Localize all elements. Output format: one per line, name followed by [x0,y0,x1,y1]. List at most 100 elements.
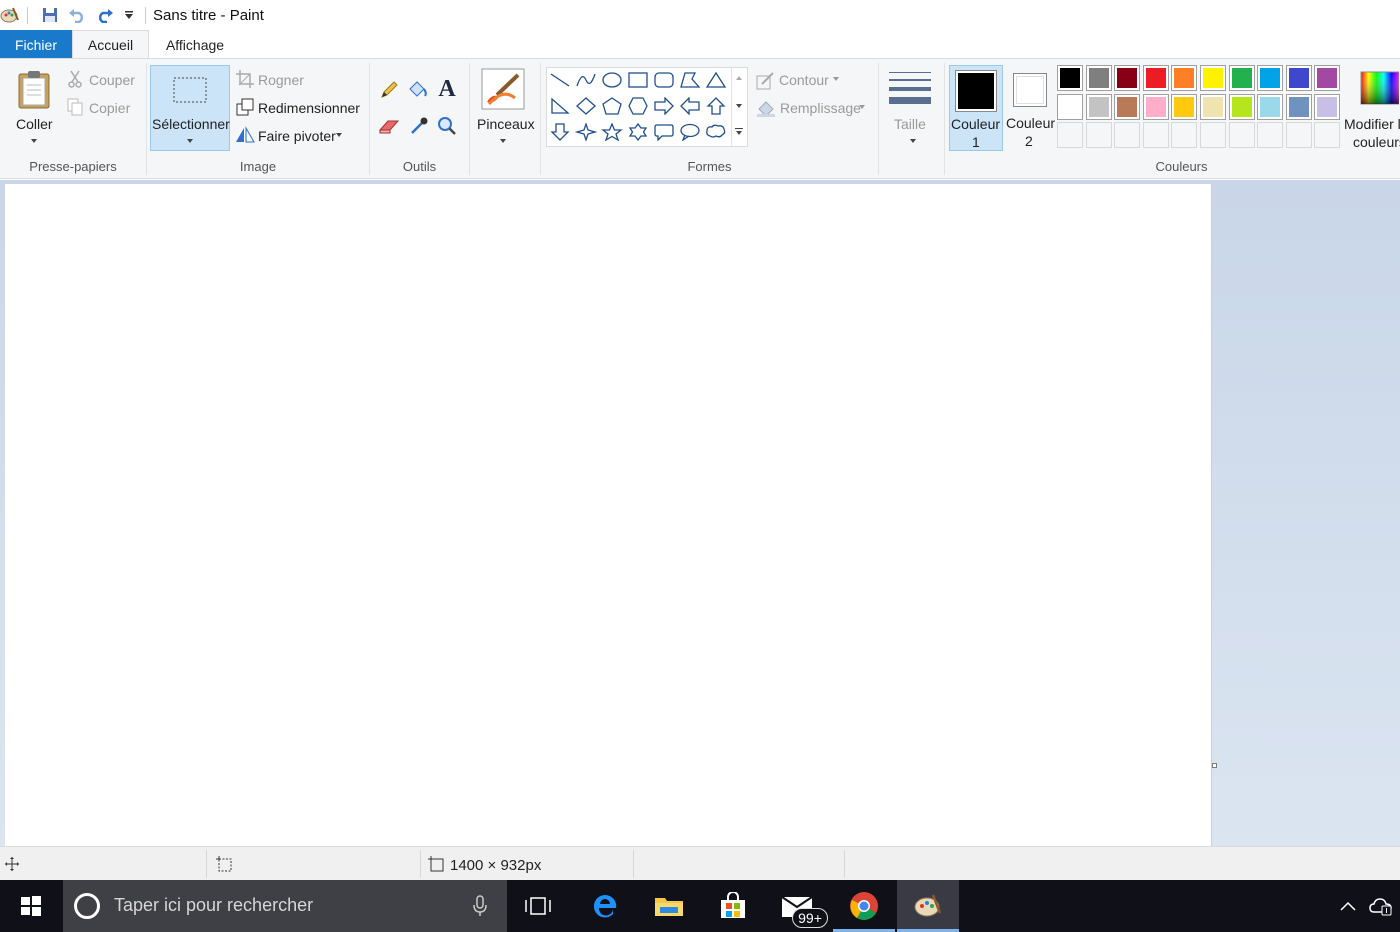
palette-swatch[interactable] [1086,65,1112,91]
palette-swatch[interactable] [1114,65,1140,91]
size-dropdown-icon[interactable] [910,139,916,143]
start-button[interactable] [0,880,62,932]
palette-swatch[interactable] [1200,65,1226,91]
palette-swatch[interactable] [1257,94,1283,120]
drawing-canvas[interactable] [5,184,1212,846]
palette-swatch[interactable] [1143,65,1169,91]
shape-hexagon-icon[interactable] [626,94,650,118]
shape-right-arrow-icon[interactable] [652,94,676,118]
custom-color-slot[interactable] [1257,122,1283,148]
pencil-icon[interactable] [377,79,401,101]
edge-browser-icon[interactable] [574,880,636,932]
select-button[interactable]: Sélectionner [150,65,230,151]
canvas-resize-handle[interactable] [1212,763,1217,768]
shape-right-triangle-icon[interactable] [548,94,572,118]
paste-button[interactable]: Coller [16,116,53,132]
color-picker-icon[interactable] [407,115,431,137]
custom-color-slot[interactable] [1171,122,1197,148]
custom-color-slot[interactable] [1200,122,1226,148]
brushes-icon[interactable] [480,67,526,111]
palette-swatch[interactable] [1314,94,1340,120]
paint-taskbar-icon[interactable] [897,880,959,932]
file-explorer-icon[interactable] [638,880,700,932]
shape-left-arrow-icon[interactable] [678,94,702,118]
shape-oval-icon[interactable] [600,68,624,92]
shape-up-arrow-icon[interactable] [704,94,728,118]
custom-color-slot[interactable] [1114,122,1140,148]
shape-down-arrow-icon[interactable] [548,120,572,144]
shape-six-point-star-icon[interactable] [626,120,650,144]
cut-button[interactable]: Couper [89,72,135,88]
size-lines-icon[interactable] [887,69,933,109]
palette-swatch[interactable] [1200,94,1226,120]
shape-cloud-callout-icon[interactable] [704,120,728,144]
edit-colors-button-line2[interactable]: couleurs [1353,134,1400,150]
brushes-dropdown-icon[interactable] [500,139,506,143]
shape-line-icon[interactable] [548,68,572,92]
task-view-icon[interactable] [507,880,569,932]
shape-five-point-star-icon[interactable] [600,120,624,144]
magnifier-icon[interactable] [435,115,459,137]
palette-swatch[interactable] [1314,65,1340,91]
scroll-down-icon[interactable] [736,104,742,108]
palette-swatch[interactable] [1057,94,1083,120]
store-icon[interactable] [702,880,764,932]
shape-oval-callout-icon[interactable] [678,120,702,144]
palette-swatch[interactable] [1057,65,1083,91]
color1-button[interactable]: Couleur 1 [949,65,1003,151]
custom-color-slot[interactable] [1057,122,1083,148]
expand-gallery-icon[interactable] [736,131,742,135]
paste-dropdown-icon[interactable] [31,139,37,143]
custom-color-slot[interactable] [1143,122,1169,148]
cortana-icon[interactable] [73,892,101,920]
palette-swatch[interactable] [1286,94,1312,120]
custom-color-slot[interactable] [1086,122,1112,148]
edit-colors-button[interactable]: Modifier l [1344,116,1400,132]
shape-rectangle-icon[interactable] [626,68,650,92]
paste-icon[interactable] [14,67,54,111]
paint-app-icon[interactable] [0,5,20,25]
scroll-up-icon[interactable] [736,76,742,80]
microphone-icon[interactable] [470,894,490,918]
palette-swatch[interactable] [1171,65,1197,91]
customize-dropdown-icon[interactable] [119,5,139,25]
brushes-button[interactable]: Pinceaux [477,116,535,132]
outline-button[interactable]: Contour [779,72,829,88]
crop-button[interactable]: Rogner [258,72,304,88]
outline-dropdown-icon[interactable] [833,77,839,81]
palette-swatch[interactable] [1086,94,1112,120]
onedrive-icon[interactable] [1368,894,1394,918]
mail-icon[interactable]: 99+ [766,880,828,932]
redo-icon[interactable] [95,5,115,25]
tab-affichage[interactable]: Affichage [150,30,240,59]
color2-button[interactable]: Couleur 2 [1004,65,1058,151]
eraser-icon[interactable] [377,115,401,137]
chrome-icon[interactable] [833,880,895,932]
shape-triangle-icon[interactable] [704,68,728,92]
tab-fichier[interactable]: Fichier [0,30,72,59]
text-tool-icon[interactable]: A [435,76,459,102]
show-hidden-icons-chevron-icon[interactable] [1338,896,1358,916]
fill-bucket-icon[interactable] [405,79,429,101]
taskbar-search-box[interactable]: Taper ici pour rechercher [63,880,507,932]
shape-four-point-star-icon[interactable] [574,120,598,144]
resize-button[interactable]: Redimensionner [258,100,360,116]
select-dropdown-icon[interactable] [187,139,193,143]
shape-pentagon-icon[interactable] [600,94,624,118]
custom-color-slot[interactable] [1314,122,1340,148]
palette-swatch[interactable] [1143,94,1169,120]
rotate-button[interactable]: Faire pivoter [258,128,336,144]
fill-dropdown-icon[interactable] [859,105,865,109]
fill-button[interactable]: Remplissage [780,100,861,116]
palette-swatch[interactable] [1286,65,1312,91]
edit-colors-icon[interactable] [1358,69,1400,107]
custom-color-slot[interactable] [1229,122,1255,148]
palette-swatch[interactable] [1229,65,1255,91]
custom-color-slot[interactable] [1286,122,1312,148]
copy-button[interactable]: Copier [89,100,130,116]
shape-rounded-callout-icon[interactable] [652,120,676,144]
palette-swatch[interactable] [1171,94,1197,120]
palette-swatch[interactable] [1229,94,1255,120]
undo-icon[interactable] [67,5,87,25]
save-icon[interactable] [40,5,60,25]
